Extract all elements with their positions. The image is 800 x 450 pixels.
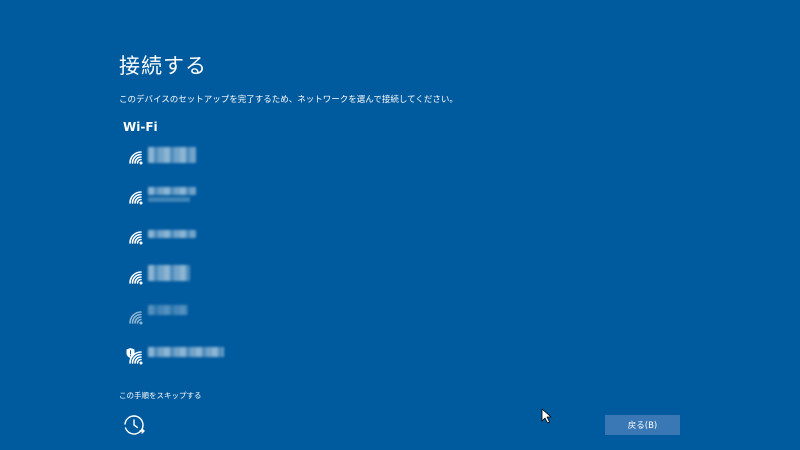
network-item[interactable] [124,180,324,220]
network-name-redacted [148,305,188,315]
back-button[interactable]: 戻る(B) [605,415,680,435]
network-name-redacted [148,147,196,163]
network-name-redacted [148,347,224,357]
skip-step-link[interactable]: この手順をスキップする [119,390,202,401]
wifi-signal-icon [129,191,143,205]
network-name-redacted [148,265,190,281]
network-name-redacted [148,197,190,202]
instructions-text: このデバイスのセットアップを完了するため、ネットワークを選んで接続してください。 [119,95,458,105]
wifi-signal-icon [129,271,143,285]
network-item[interactable] [124,300,324,340]
network-item[interactable] [124,140,324,180]
page-title: 接続する [119,54,207,78]
wifi-section-heading: Wi-Fi [123,120,158,134]
mouse-cursor-icon [541,408,552,424]
network-item[interactable] [124,220,324,260]
network-name-redacted [148,230,196,238]
network-list [124,140,324,380]
wifi-signal-icon [129,151,143,165]
setup-page: 接続する このデバイスのセットアップを完了するため、ネットワークを選んで接続して… [0,0,800,450]
network-item[interactable] [124,340,324,380]
wifi-shield-icon [126,348,143,365]
wifi-signal-icon [129,231,143,245]
network-name-redacted [148,187,196,195]
network-item[interactable] [124,260,324,300]
ease-of-access-icon[interactable] [121,412,147,438]
wifi-signal-icon [129,311,143,325]
